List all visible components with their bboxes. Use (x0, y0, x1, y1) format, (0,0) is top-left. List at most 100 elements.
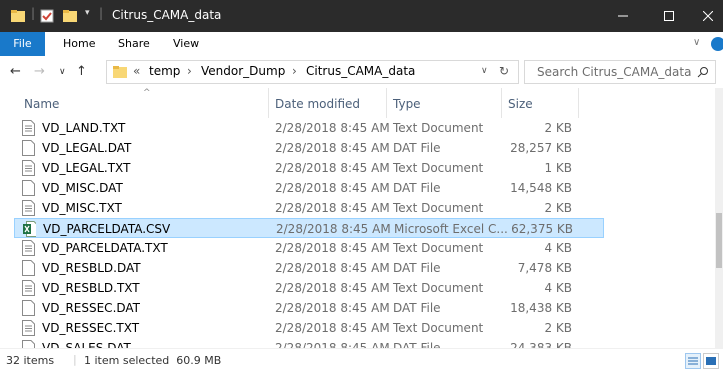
file-date: 2/28/2018 8:45 AM (275, 141, 390, 155)
file-date: 2/28/2018 8:45 AM (275, 261, 390, 275)
file-type: Text Document (393, 321, 484, 335)
file-date: 2/28/2018 8:45 AM (275, 181, 390, 195)
back-arrow-icon[interactable]: ← (10, 64, 21, 79)
tab-share[interactable]: Share (118, 32, 150, 56)
search-input[interactable]: Search Citrus_CAMA_data (537, 65, 691, 79)
file-name: VD_RESSEC.DAT (42, 301, 141, 315)
divider: | (73, 353, 77, 366)
ribbon-expand-icon[interactable]: ∨ (693, 37, 700, 48)
table-row[interactable]: VD_SALES.DAT 2/28/2018 8:45 AM DAT File 24,… (14, 338, 604, 348)
properties-check-icon[interactable] (39, 8, 55, 24)
column-date-modified[interactable]: Date modified (275, 97, 360, 111)
breadcrumb-separator-icon[interactable]: › (292, 64, 297, 78)
file-size: 24,383 KB (510, 341, 572, 348)
recent-locations-icon[interactable]: ∨ (59, 67, 66, 77)
text-file-icon (22, 160, 35, 176)
text-file-icon (22, 320, 35, 336)
table-row[interactable]: VD_MISC.TXT 2/28/2018 8:45 AM Text Documen… (14, 198, 604, 218)
file-date: 2/28/2018 8:45 AM (275, 201, 390, 215)
breadcrumb-separator-icon[interactable]: › (187, 64, 192, 78)
maximize-button[interactable] (646, 0, 692, 32)
file-name: VD_PARCELDATA.CSV (43, 222, 171, 236)
new-folder-icon[interactable] (62, 8, 78, 24)
forward-arrow-icon[interactable]: → (34, 64, 45, 79)
file-type: DAT File (393, 301, 441, 315)
table-row[interactable]: VD_RESSEC.DAT 2/28/2018 8:45 AM DAT File 18… (14, 298, 604, 318)
column-divider[interactable] (578, 88, 579, 118)
table-row[interactable]: VD_RESSEC.TXT 2/28/2018 8:45 AM Text Docum… (14, 318, 604, 338)
refresh-icon[interactable]: ↻ (499, 64, 509, 78)
close-button[interactable] (692, 0, 723, 32)
file-type: DAT File (393, 341, 441, 348)
table-row[interactable]: VD_PARCELDATA.CSV 2/28/2018 8:45 AM Micros… (14, 218, 604, 238)
column-header: ^ Name Date modified Type Size (0, 88, 723, 118)
tab-home[interactable]: Home (63, 32, 95, 56)
window-title: Citrus_CAMA_data (112, 8, 222, 22)
tab-file[interactable]: File (0, 32, 45, 56)
minimize-icon (618, 15, 628, 17)
file-type: Microsoft Excel C... (394, 222, 508, 236)
file-size: 7,478 KB (517, 261, 572, 275)
tab-view[interactable]: View (173, 32, 199, 56)
column-divider[interactable] (268, 88, 269, 118)
file-name: VD_MISC.TXT (42, 201, 122, 215)
large-icons-view-button[interactable] (703, 353, 719, 369)
file-date: 2/28/2018 8:45 AM (276, 222, 391, 236)
table-row[interactable]: VD_MISC.DAT 2/28/2018 8:45 AM DAT File 14,5… (14, 178, 604, 198)
table-row[interactable]: VD_PARCELDATA.TXT 2/28/2018 8:45 AM Text D… (14, 238, 604, 258)
file-name: VD_RESSEC.TXT (42, 321, 140, 335)
search-box[interactable]: Search Citrus_CAMA_data (524, 60, 716, 84)
file-name: VD_LEGAL.TXT (42, 161, 131, 175)
details-view-button[interactable] (685, 353, 701, 369)
blank-file-icon (22, 260, 35, 276)
file-size: 14,548 KB (510, 181, 572, 195)
file-date: 2/28/2018 8:45 AM (275, 341, 390, 348)
file-size: 2 KB (544, 201, 572, 215)
breadcrumb-vendor-dump[interactable]: Vendor_Dump (201, 64, 285, 78)
file-date: 2/28/2018 8:45 AM (275, 301, 390, 315)
column-divider[interactable] (501, 88, 502, 118)
table-row[interactable]: VD_RESBLD.TXT 2/28/2018 8:45 AM Text Docum… (14, 278, 604, 298)
scrollbar-thumb[interactable] (716, 213, 722, 268)
table-row[interactable]: VD_LAND.TXT 2/28/2018 8:45 AM Text Documen… (14, 118, 604, 138)
folder-icon[interactable] (10, 8, 26, 24)
table-row[interactable]: VD_RESBLD.DAT 2/28/2018 8:45 AM DAT File 7,… (14, 258, 604, 278)
file-type: Text Document (393, 201, 484, 215)
search-icon[interactable] (697, 66, 709, 78)
divider: | (31, 6, 36, 20)
sort-ascending-icon: ^ (143, 88, 151, 98)
file-date: 2/28/2018 8:45 AM (275, 161, 390, 175)
column-name[interactable]: Name (24, 97, 59, 111)
breadcrumb-citrus-cama-data[interactable]: Citrus_CAMA_data (306, 64, 415, 78)
file-size: 2 KB (544, 321, 572, 335)
customize-toolbar-icon[interactable]: ▾ (85, 8, 90, 18)
table-row[interactable]: VD_LEGAL.DAT 2/28/2018 8:45 AM DAT File 28,… (14, 138, 604, 158)
column-type[interactable]: Type (393, 97, 421, 111)
file-type: DAT File (393, 181, 441, 195)
up-arrow-icon[interactable]: ↑ (76, 64, 87, 79)
file-date: 2/28/2018 8:45 AM (275, 121, 390, 135)
breadcrumb-temp[interactable]: temp (149, 64, 180, 78)
file-date: 2/28/2018 8:45 AM (275, 241, 390, 255)
address-bar[interactable]: « temp › Vendor_Dump › Citrus_CAMA_data … (106, 60, 519, 84)
file-name: VD_RESBLD.DAT (42, 261, 141, 275)
file-size: 18,438 KB (510, 301, 572, 315)
file-size: 4 KB (544, 281, 572, 295)
table-row[interactable]: VD_LEGAL.TXT 2/28/2018 8:45 AM Text Docume… (14, 158, 604, 178)
file-size: 1 KB (544, 161, 572, 175)
file-name: VD_MISC.DAT (42, 181, 123, 195)
minimize-button[interactable] (600, 0, 646, 32)
address-dropdown-icon[interactable]: ∨ (481, 66, 488, 76)
column-divider[interactable] (386, 88, 387, 118)
file-size: 28,257 KB (510, 141, 572, 155)
column-size[interactable]: Size (508, 97, 533, 111)
title-bar: | ▾ | Citrus_CAMA_data (0, 0, 723, 32)
status-bar: 32 items | 1 item selected 60.9 MB (0, 348, 723, 372)
text-file-icon (22, 120, 35, 136)
item-count: 32 items (6, 354, 55, 367)
help-icon[interactable] (711, 37, 723, 51)
blank-file-icon (22, 180, 35, 196)
vertical-scrollbar[interactable] (715, 88, 723, 348)
blank-file-icon (22, 300, 35, 316)
overflow-icon[interactable]: « (133, 64, 140, 78)
